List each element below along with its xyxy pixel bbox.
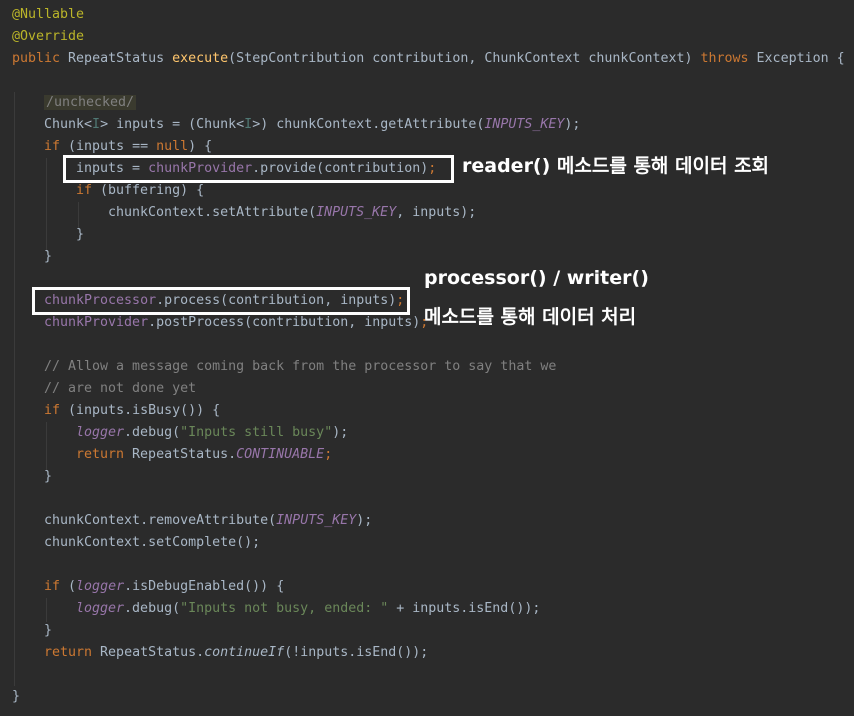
code-token: ) { xyxy=(188,139,213,154)
nullable-annotation: @Nullable xyxy=(12,7,85,22)
code-token: >) chunkContext.getAttribute( xyxy=(252,117,485,132)
comment: // are not done yet xyxy=(44,381,197,396)
code-token: chunkContext.setComplete(); xyxy=(44,535,261,550)
code-token: > inputs = (Chunk< xyxy=(100,117,245,132)
code-line-3[interactable]: public RepeatStatus execute(StepContribu… xyxy=(12,48,845,70)
comment: // Allow a message coming back from the … xyxy=(44,359,557,374)
processor-annotation-line1: processor() / writer() xyxy=(424,267,649,289)
override-annotation: @Override xyxy=(12,29,85,44)
constant-inputs-key: INPUTS_KEY xyxy=(276,513,357,528)
keyword-null: null xyxy=(156,139,189,154)
closing-brace: } xyxy=(12,689,21,704)
code-line-2[interactable]: @Override xyxy=(12,26,84,48)
keyword-if: if xyxy=(44,403,69,418)
code-line-32[interactable]: } xyxy=(12,686,20,708)
method-name: execute xyxy=(172,51,229,66)
code-line-6[interactable]: Chunk<I> inputs = (Chunk<I>) chunkContex… xyxy=(44,114,580,136)
keyword-public: public xyxy=(12,51,69,66)
keyword-if: if xyxy=(44,139,69,154)
code-token: (inputs.isBusy()) { xyxy=(68,403,221,418)
reader-highlight-box xyxy=(63,155,454,183)
code-token: .isDebugEnabled()) { xyxy=(124,579,285,594)
code-line-5[interactable]: /unchecked/ xyxy=(44,92,137,114)
semicolon: ; xyxy=(324,447,333,462)
closing-brace: } xyxy=(44,249,53,264)
code-line-12[interactable]: } xyxy=(44,246,52,268)
closing-brace: } xyxy=(44,623,53,638)
string-literal: "Inputs not busy, ended: " xyxy=(180,601,389,616)
string-literal: "Inputs still busy" xyxy=(180,425,333,440)
field-logger: logger xyxy=(76,425,125,440)
suppress-comment: /unchecked/ xyxy=(44,95,137,110)
field-logger: logger xyxy=(76,601,125,616)
code-line-10[interactable]: chunkContext.setAttribute(INPUTS_KEY, in… xyxy=(108,202,476,224)
constant-inputs-key: INPUTS_KEY xyxy=(484,117,565,132)
code-line-11[interactable]: } xyxy=(76,224,84,246)
code-line-22[interactable]: } xyxy=(44,466,52,488)
code-token: (inputs == xyxy=(68,139,157,154)
code-line-24[interactable]: chunkContext.removeAttribute(INPUTS_KEY)… xyxy=(44,510,372,532)
code-token: ( xyxy=(68,579,77,594)
code-editor[interactable]: @Nullable @Override public RepeatStatus … xyxy=(0,0,854,716)
code-token: + inputs.isEnd()); xyxy=(388,601,541,616)
code-token: (!inputs.isEnd()); xyxy=(284,645,429,660)
processor-highlight-box xyxy=(32,287,410,315)
keyword-if: if xyxy=(76,183,101,198)
code-line-17[interactable]: // Allow a message coming back from the … xyxy=(44,356,556,378)
code-line-21[interactable]: return RepeatStatus.CONTINUABLE; xyxy=(76,444,332,466)
code-line-29[interactable]: } xyxy=(44,620,52,642)
code-line-30[interactable]: return RepeatStatus.continueIf(!inputs.i… xyxy=(44,642,428,664)
indent-guide xyxy=(46,598,47,622)
indent-guide xyxy=(14,92,15,686)
reader-annotation: reader() 메소드를 통해 데이터 조회 xyxy=(462,155,770,177)
keyword-throws: throws xyxy=(700,51,757,66)
code-token: RepeatStatus. xyxy=(132,447,237,462)
indent-guide xyxy=(46,158,47,252)
processor-annotation-line2: 메소드를 통해 데이터 처리 xyxy=(424,306,637,328)
field-logger: logger xyxy=(76,579,125,594)
code-line-27[interactable]: if (logger.isDebugEnabled()) { xyxy=(44,576,284,598)
generic-type: I xyxy=(92,117,101,132)
indent-guide xyxy=(46,422,47,470)
closing-brace: } xyxy=(44,469,53,484)
constant-continuable: CONTINUABLE xyxy=(236,447,325,462)
code-token: RepeatStatus. xyxy=(100,645,205,660)
code-line-28[interactable]: logger.debug("Inputs not busy, ended: " … xyxy=(76,598,540,620)
field-chunk-provider: chunkProvider xyxy=(44,315,149,330)
code-token: , inputs); xyxy=(396,205,477,220)
keyword-return: return xyxy=(44,645,101,660)
return-type: RepeatStatus xyxy=(68,51,173,66)
code-line-19[interactable]: if (inputs.isBusy()) { xyxy=(44,400,220,422)
exception-type: Exception { xyxy=(756,51,845,66)
code-token: chunkContext.setAttribute( xyxy=(108,205,317,220)
code-line-1[interactable]: @Nullable xyxy=(12,4,84,26)
code-token: (buffering) { xyxy=(100,183,205,198)
generic-type: I xyxy=(244,117,253,132)
constant-inputs-key: INPUTS_KEY xyxy=(316,205,397,220)
method-continue-if: continueIf xyxy=(204,645,285,660)
code-line-9[interactable]: if (buffering) { xyxy=(76,180,204,202)
code-token: ); xyxy=(332,425,349,440)
keyword-return: return xyxy=(76,447,133,462)
code-token: ); xyxy=(356,513,373,528)
code-token: ); xyxy=(564,117,581,132)
code-line-18[interactable]: // are not done yet xyxy=(44,378,196,400)
code-line-15[interactable]: chunkProvider.postProcess(contribution, … xyxy=(44,312,428,334)
code-line-20[interactable]: logger.debug("Inputs still busy"); xyxy=(76,422,348,444)
code-token: chunkContext.removeAttribute( xyxy=(44,513,277,528)
closing-brace: } xyxy=(76,227,85,242)
code-token: Chunk< xyxy=(44,117,93,132)
code-token: .debug( xyxy=(124,425,181,440)
code-token: .debug( xyxy=(124,601,181,616)
keyword-if: if xyxy=(44,579,69,594)
method-params: (StepContribution contribution, ChunkCon… xyxy=(228,51,701,66)
code-line-25[interactable]: chunkContext.setComplete(); xyxy=(44,532,260,554)
code-token: .postProcess(contribution, inputs) xyxy=(148,315,421,330)
